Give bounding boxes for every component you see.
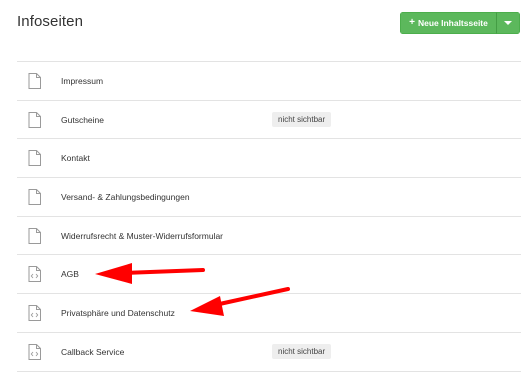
page-title-label[interactable]: AGB xyxy=(61,269,79,279)
content-page-list: Impressum Gutscheine nicht sichtbar Kontakt… xyxy=(17,61,521,372)
page-title-label[interactable]: Versand- & Zahlungsbedingungen xyxy=(61,192,190,202)
page-title-label[interactable]: Privatsphäre und Datenschutz xyxy=(61,308,175,318)
page-row[interactable]: Callback Service nicht sichtbar xyxy=(17,333,521,372)
page-row[interactable]: Kontakt xyxy=(17,139,521,179)
page-icon xyxy=(28,111,41,128)
page-icon xyxy=(28,188,41,205)
visibility-badge: nicht sichtbar xyxy=(272,344,332,360)
new-page-button-group: + Neue Inhaltsseite xyxy=(400,12,520,34)
page-icon xyxy=(28,150,41,167)
code-page-icon xyxy=(28,266,41,283)
caret-down-icon xyxy=(504,21,512,25)
page-title: Infoseiten xyxy=(17,13,84,30)
code-page-icon xyxy=(28,343,41,360)
new-page-dropdown-toggle[interactable] xyxy=(496,12,520,34)
page-title-label[interactable]: Widerrufsrecht & Muster-Widerrufsformula… xyxy=(61,231,223,241)
page-row[interactable]: Gutscheine nicht sichtbar xyxy=(17,101,521,140)
page-title-label[interactable]: Gutscheine xyxy=(61,115,104,125)
page-title-label[interactable]: Kontakt xyxy=(61,153,90,163)
page-title-label[interactable]: Callback Service xyxy=(61,347,124,357)
new-content-page-label: Neue Inhaltsseite xyxy=(417,18,488,28)
page-title-label[interactable]: Impressum xyxy=(61,76,103,86)
new-content-page-button[interactable]: + Neue Inhaltsseite xyxy=(400,12,496,34)
visibility-badge: nicht sichtbar xyxy=(272,112,332,128)
page-icon xyxy=(28,227,41,244)
page-icon xyxy=(28,72,41,89)
plus-icon: + xyxy=(409,17,415,28)
page-row[interactable]: Privatsphäre und Datenschutz xyxy=(17,294,521,333)
code-page-icon xyxy=(28,304,41,321)
page-row[interactable]: AGB xyxy=(17,255,521,295)
page-row[interactable]: Widerrufsrecht & Muster-Widerrufsformula… xyxy=(17,217,521,256)
page-row[interactable]: Versand- & Zahlungsbedingungen xyxy=(17,178,521,217)
page-row[interactable]: Impressum xyxy=(17,62,521,101)
